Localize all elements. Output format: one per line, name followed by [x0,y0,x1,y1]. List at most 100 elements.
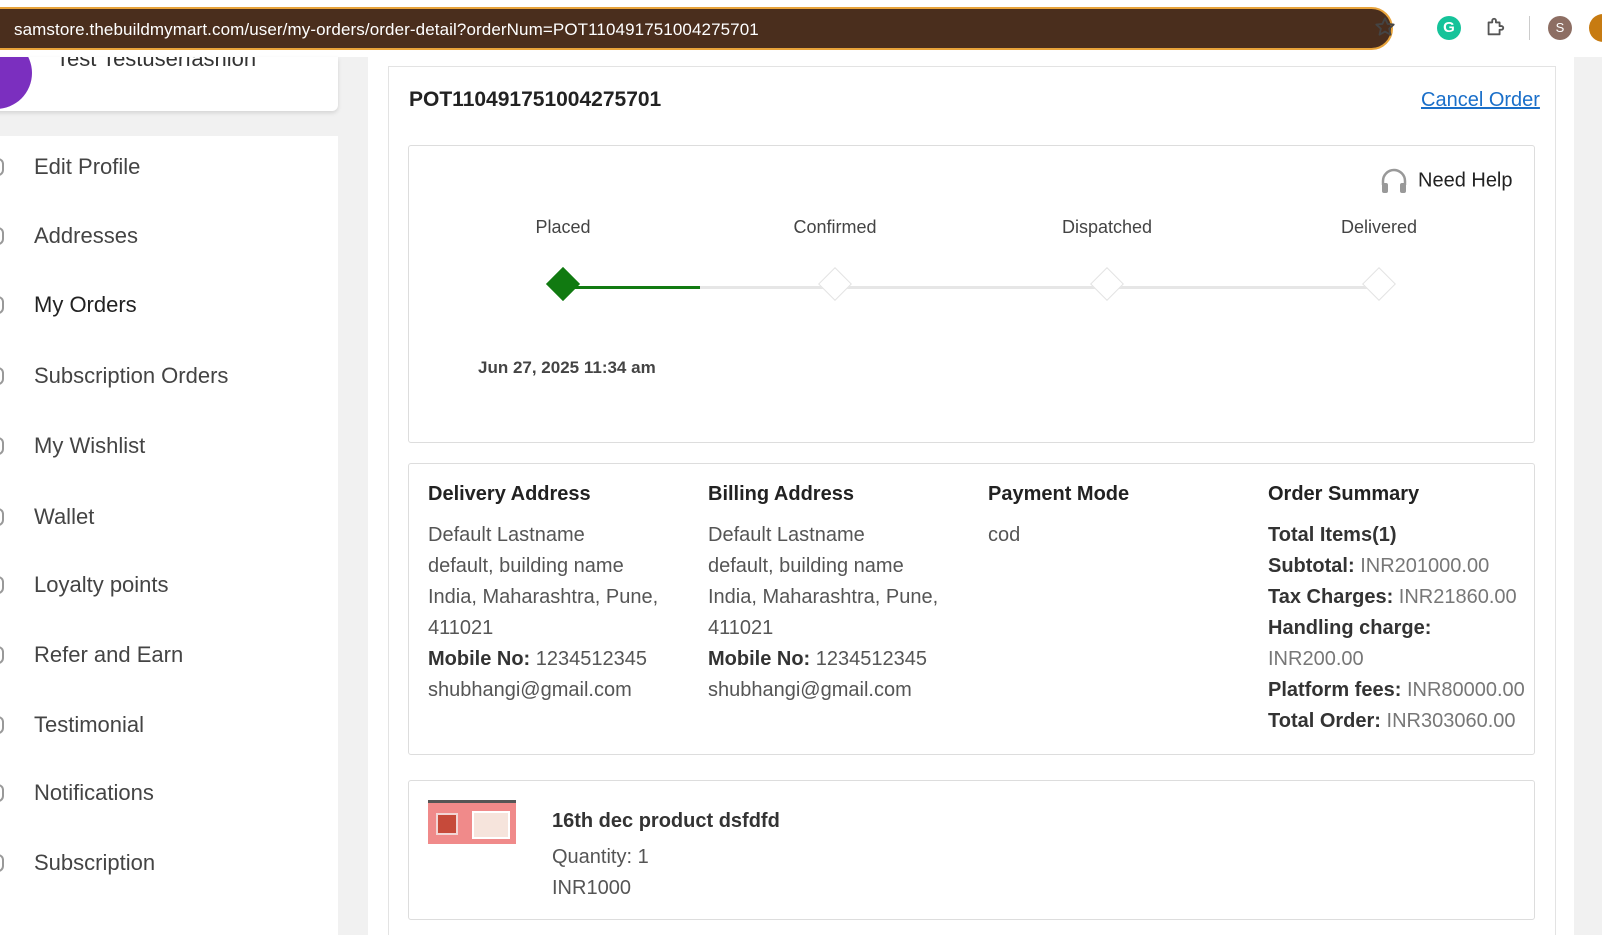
location-icon [0,227,4,245]
sidebar-item-loyalty-points[interactable]: Loyalty points [0,566,338,606]
sidebar-item-subscription[interactable]: Subscription [0,844,338,884]
browser-toolbar: samstore.thebuildmymart.com/user/my-orde… [0,0,1602,57]
sidebar-item-label: Edit Profile [34,154,141,179]
billing-address-section: Billing Address Default Lastname default… [708,483,978,706]
sidebar-item-my-wishlist[interactable]: My Wishlist [0,427,338,467]
billing-address-title: Billing Address [708,483,854,505]
mobile-label: Mobile No: [428,648,531,670]
sidebar-item-label: Subscription Orders [34,363,229,388]
sidebar-item-my-orders[interactable]: My Orders [0,286,338,326]
tax-value: INR21860.00 [1398,586,1517,608]
platform-row: Platform fees: INR80000.00 [1268,675,1538,706]
url-text[interactable]: samstore.thebuildmymart.com/user/my-orde… [14,20,759,40]
sidebar-item-label: Refer and Earn [34,642,184,667]
bell-icon [0,784,4,802]
total-value: INR303060.00 [1386,710,1516,732]
step-label-placed: Placed [535,217,591,237]
delivery-address-title: Delivery Address [428,483,591,505]
total-items: Total Items(1) [1268,520,1538,551]
need-help-label: Need Help [1418,169,1513,192]
need-help-button[interactable]: Need Help [1380,168,1513,194]
billing-line2: India, Maharashtra, Pune, [708,586,939,608]
sidebar-item-label: Addresses [34,223,138,248]
browser-account-icon[interactable] [1589,14,1602,42]
share-icon [0,646,4,664]
sidebar-item-edit-profile[interactable]: Edit Profile [0,148,338,188]
browser-profile-avatar[interactable]: S [1548,16,1572,40]
sidebar-item-wallet[interactable]: Wallet [0,498,338,538]
sidebar-item-label: My Wishlist [34,433,146,458]
delivery-email: shubhangi@gmail.com [428,679,632,701]
extensions-puzzle-icon[interactable] [1484,16,1506,38]
testimonial-icon [0,716,4,734]
total-label: Total Order: [1268,710,1381,732]
sidebar-item-label: Wallet [34,504,95,529]
delivery-address-section: Delivery Address Default Lastname defaul… [428,483,698,706]
sidebar-item-refer-and-earn[interactable]: Refer and Earn [0,636,338,676]
handling-label: Handling charge: [1268,617,1432,639]
sidebar-item-label: Loyalty points [34,572,169,597]
delivery-name: Default Lastname [428,524,585,546]
mobile-value: 1234512345 [815,648,928,670]
placed-date: Jun 27, 2025 11:34 am [478,358,656,377]
account-sidebar-menu: Edit Profile Addresses My Orders Subscri… [0,136,338,935]
payment-mode-section: Payment Mode cod [988,483,1258,551]
wallet-icon [0,508,4,526]
loyalty-icon [0,576,4,594]
handling-value: INR200.00 [1268,648,1364,670]
payment-mode-value: cod [988,524,1021,546]
sidebar-item-label: Testimonial [34,712,145,737]
product-name[interactable]: 16th dec product dsfdfd [552,810,780,833]
subscription-orders-icon [0,367,4,385]
bookmark-star-icon[interactable] [1374,16,1396,38]
mobile-value: 1234512345 [535,648,648,670]
delivery-line2: India, Maharashtra, Pune, [428,586,659,608]
order-summary-section: Order Summary Total Items(1) Subtotal: I… [1268,483,1538,737]
grammarly-extension-icon[interactable]: G [1437,16,1461,40]
subscription-icon [0,854,4,872]
thumbnail-graphic [436,813,458,835]
subtotal-label: Subtotal: [1268,555,1355,577]
billing-name: Default Lastname [708,524,865,546]
sidebar-item-addresses[interactable]: Addresses [0,217,338,257]
sidebar-item-label: My Orders [34,292,137,317]
track-line-progress [563,286,700,289]
tax-label: Tax Charges: [1268,586,1394,608]
thumbnail-graphic [472,811,510,839]
billing-line1: default, building name [708,555,904,577]
cancel-order-link[interactable]: Cancel Order [1421,89,1540,112]
order-summary-title: Order Summary [1268,483,1420,505]
address-bar[interactable]: samstore.thebuildmymart.com/user/my-orde… [0,7,1393,50]
payment-mode-title: Payment Mode [988,483,1130,505]
product-thumbnail[interactable] [428,800,516,844]
heart-icon [0,437,4,455]
step-label-confirmed: Confirmed [793,217,877,237]
platform-value: INR80000.00 [1406,679,1525,701]
total-row: Total Order: INR303060.00 [1268,706,1538,737]
platform-label: Platform fees: [1268,679,1402,701]
order-id: POT110491751004275701 [409,88,662,111]
order-tracker [408,145,1535,443]
user-icon [0,158,4,176]
subtotal-row: Subtotal: INR201000.00 [1268,551,1538,582]
step-label-dispatched: Dispatched [1061,217,1153,237]
headphones-icon [1381,168,1407,193]
tax-row: Tax Charges: INR21860.00 [1268,582,1538,613]
mobile-label: Mobile No: [708,648,811,670]
sidebar-item-notifications[interactable]: Notifications [0,774,338,814]
user-name: Test Testuserfashion [56,57,257,71]
sidebar-item-testimonial[interactable]: Testimonial [0,706,338,746]
step-label-delivered: Delivered [1340,217,1418,237]
product-quantity: Quantity: 1 [552,846,649,868]
handling-value-row: INR200.00 [1268,644,1538,675]
delivery-line1: default, building name [428,555,624,577]
billing-mobile: Mobile No: 1234512345 [708,644,978,675]
sidebar-item-subscription-orders[interactable]: Subscription Orders [0,357,338,397]
delivery-mobile: Mobile No: 1234512345 [428,644,698,675]
sidebar-item-label: Notifications [34,780,154,805]
toolbar-divider [1529,16,1530,40]
handling-label-row: Handling charge: [1268,613,1538,644]
billing-pincode: 411021 [708,617,774,639]
product-price: INR1000 [552,877,631,899]
billing-email: shubhangi@gmail.com [708,679,912,701]
